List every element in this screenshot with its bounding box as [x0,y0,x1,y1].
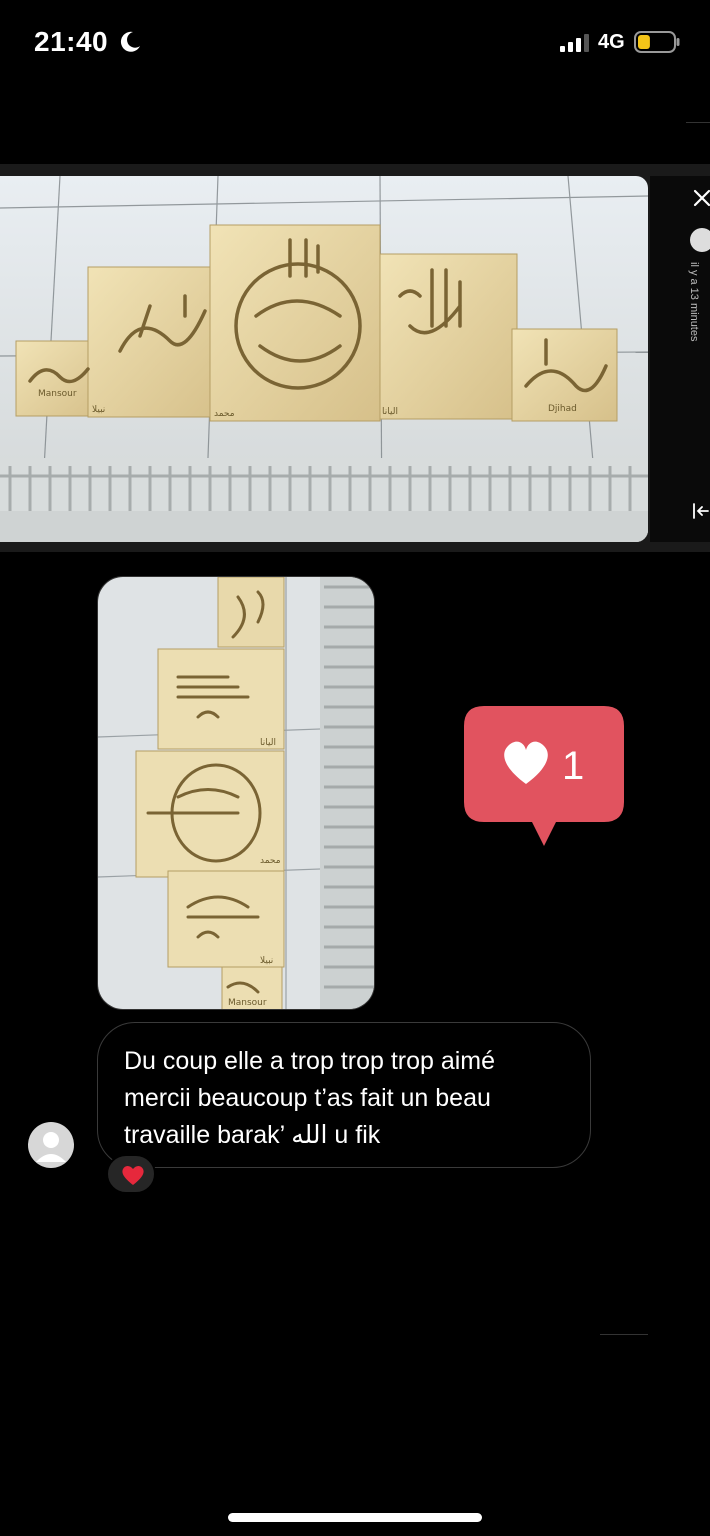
svg-text:محمد: محمد [214,409,235,419]
signal-icon [560,34,589,52]
close-icon[interactable] [692,188,710,208]
home-indicator[interactable] [228,1513,482,1522]
moon-icon [120,31,140,52]
svg-text:اليانا: اليانا [382,407,398,417]
svg-text:Mansour: Mansour [38,389,77,399]
divider [600,1334,648,1335]
reaction-badge[interactable] [106,1154,156,1194]
status-bar: 21:40 4G [0,0,710,86]
network-label: 4G [598,31,625,53]
story-photo-image: Mansour نبيلا محمد اليانا Djihad [0,176,648,542]
story-avatar[interactable] [690,228,710,252]
svg-text:نبيلا: نبيلا [260,956,273,966]
message-text: Du coup elle a trop trop trop aimé merci… [124,1047,496,1149]
like-count: 1 [562,744,585,788]
svg-text:اليانا: اليانا [260,738,276,748]
collapse-icon[interactable] [692,502,710,520]
avatar[interactable] [28,1122,74,1168]
reply-photo[interactable]: اليانا محمد نبيلا Mansour [97,576,375,1010]
svg-text:محمد: محمد [260,856,281,866]
svg-text:Mansour: Mansour [228,998,267,1008]
reply-photo-image: اليانا محمد نبيلا Mansour [98,577,374,1009]
story-photo[interactable]: Mansour نبيلا محمد اليانا Djihad [0,176,648,542]
svg-text:نبيلا: نبيلا [92,405,105,415]
status-time: 21:40 [34,26,109,57]
like-notification [464,706,624,846]
story-timestamp: il y a 13 minutes [688,262,700,342]
heart-icon [122,1166,144,1185]
svg-text:Djihad: Djihad [548,404,577,414]
battery-icon [634,31,680,53]
message-bubble[interactable]: Du coup elle a trop trop trop aimé merci… [97,1022,591,1168]
divider [686,122,710,123]
